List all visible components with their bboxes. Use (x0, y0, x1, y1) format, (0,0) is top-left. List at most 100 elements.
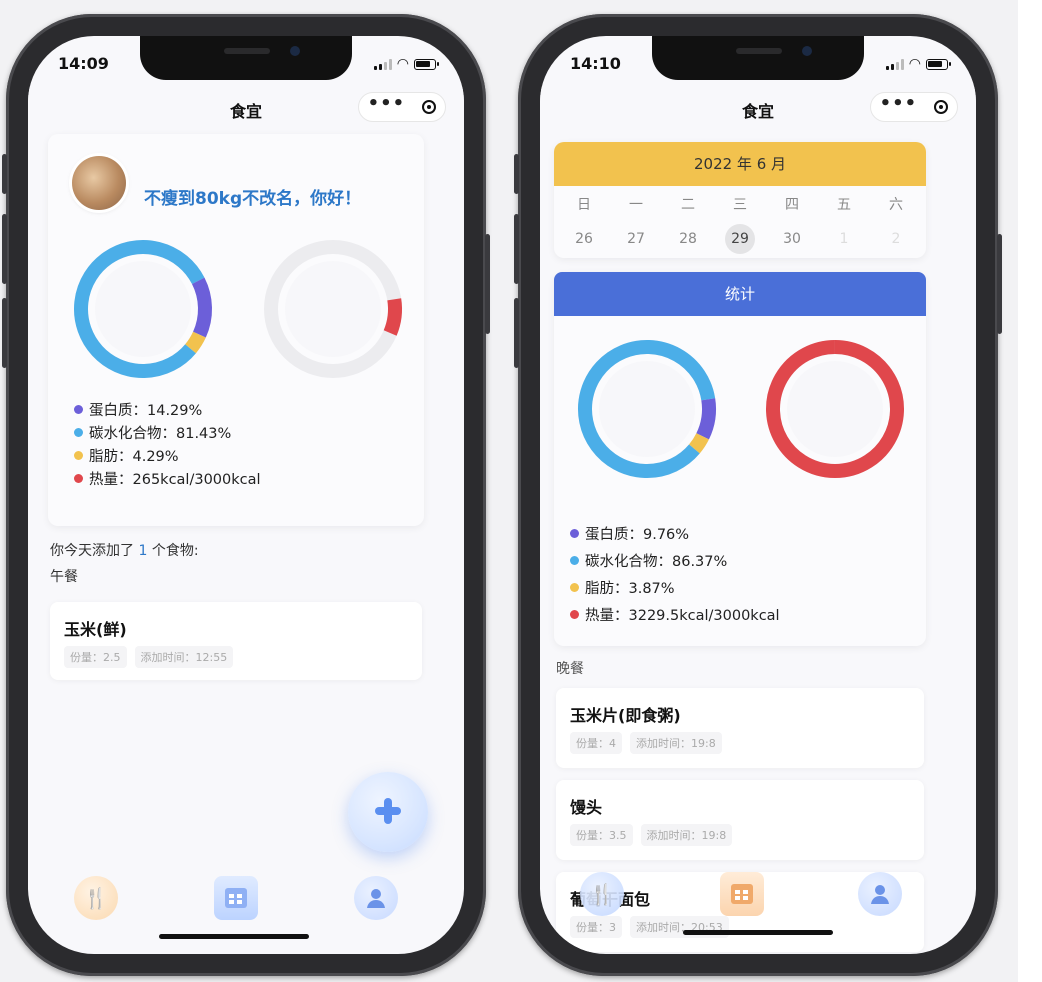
ring-segment-fat (688, 433, 709, 454)
calendar-day[interactable]: 27 (616, 224, 656, 254)
status-time: 14:09 (58, 54, 109, 73)
close-target-icon[interactable] (422, 100, 437, 114)
food-portion: 份量：3.5 (570, 824, 633, 846)
legend-protein: 蛋白质：9.76% (570, 520, 780, 547)
weekday-label: 二 (681, 197, 695, 213)
energy-ring-chart (264, 240, 402, 378)
home-indicator (683, 930, 833, 935)
more-icon[interactable]: ••• (368, 95, 406, 113)
legend-protein-label: 蛋白质：14.29% (89, 403, 203, 419)
weekday-label: 三 (733, 197, 747, 213)
calendar-day[interactable]: 30 (772, 224, 812, 254)
legend-fat-label: 脂肪：4.29% (89, 449, 179, 465)
food-portion: 份量：4 (570, 732, 622, 754)
tab-calendar[interactable] (214, 876, 258, 920)
calendar-grid-icon (225, 888, 247, 908)
tab-food[interactable]: 🍴 (580, 872, 624, 916)
tab-profile[interactable] (354, 876, 398, 920)
nutrition-legend: 蛋白质：14.29% 碳水化合物：81.43% 脂肪：4.29% 热量：265k… (74, 398, 261, 490)
signal-icon (885, 58, 904, 70)
weekday-label: 五 (837, 197, 851, 213)
calendar-day[interactable]: 26 (564, 224, 604, 254)
energy-ring-chart (765, 340, 904, 478)
legend-protein-label: 蛋白质：9.76% (585, 527, 690, 543)
tab-food[interactable]: 🍴 (74, 876, 118, 920)
tab-calendar[interactable] (720, 872, 764, 916)
weekday-row: 日一二三四五六 (564, 194, 916, 214)
day-row: 26 27 28 29 30 1 2 (564, 224, 916, 254)
left-phone: 14:09 ◠ 食宜 ••• 不瘦到80kg不改名，你好！ 蛋白质：14.29%… (2, 14, 490, 976)
meal-label: 晚餐 (556, 661, 584, 677)
stats-header: 统计 (554, 272, 926, 316)
calendar-day[interactable]: 1 (824, 224, 864, 254)
nav-bar: 食宜 ••• (28, 86, 464, 130)
legend-carbs: 碳水化合物：86.37% (570, 547, 780, 574)
notch (140, 36, 352, 80)
food-portion: 份量：2.5 (64, 646, 127, 668)
food-name: 玉米片(即食粥) (570, 706, 681, 725)
user-icon (367, 889, 385, 908)
calendar-day[interactable]: 2 (876, 224, 916, 254)
food-item[interactable]: 玉米片(即食粥) 份量：4 添加时间：19:8 (556, 688, 924, 768)
avatar[interactable] (72, 156, 126, 210)
close-target-icon[interactable] (934, 100, 949, 114)
left-screen: 14:09 ◠ 食宜 ••• 不瘦到80kg不改名，你好！ 蛋白质：14.29%… (28, 36, 464, 954)
calendar-day[interactable]: 28 (668, 224, 708, 254)
add-food-button[interactable] (348, 772, 428, 852)
food-portion: 份量：3 (570, 916, 622, 938)
fork-knife-icon: 🍴 (589, 882, 615, 906)
capsule-menu: ••• (358, 92, 446, 122)
weekday-label: 六 (889, 197, 903, 213)
weekday-label: 一 (629, 197, 643, 213)
calendar-card: 2022 年 6 月 日 一 二 三 四 五 六 26 27 28 29 30 1 2 (554, 142, 926, 258)
legend-energy: 热量：265kcal/3000kcal (74, 467, 261, 490)
food-time: 添加时间：19:8 (630, 732, 722, 754)
legend-carbs: 碳水化合物：81.43% (74, 421, 261, 444)
fork-knife-icon: 🍴 (83, 886, 109, 910)
legend-protein: 蛋白质：14.29% (74, 398, 261, 421)
added-count: 1 (138, 543, 148, 559)
tab-profile[interactable] (858, 872, 902, 916)
added-prefix: 你今天添加了 (50, 543, 134, 559)
ring-segment-protein (696, 398, 716, 440)
legend-carbs-label: 碳水化合物：86.37% (585, 554, 728, 570)
legend-energy-label: 热量：265kcal/3000kcal (89, 472, 261, 488)
legend-energy-label: 热量：3229.5kcal/3000kcal (585, 608, 780, 624)
legend-fat: 脂肪：4.29% (74, 444, 261, 467)
calendar-grid-icon (731, 884, 753, 904)
notch (652, 36, 864, 80)
ring-segment-energy (383, 298, 402, 336)
food-time: 添加时间：12:55 (134, 646, 234, 668)
user-icon (871, 885, 889, 904)
battery-icon (414, 58, 439, 70)
legend-fat: 脂肪：3.87% (570, 574, 780, 601)
summary-card: 不瘦到80kg不改名，你好！ 蛋白质：14.29% 碳水化合物：81.43% 脂… (48, 134, 424, 526)
calendar-month-title[interactable]: 2022 年 6 月 (554, 142, 926, 186)
plus-icon (375, 798, 401, 824)
food-item[interactable]: 馒头 份量：3.5 添加时间：19:8 (556, 780, 924, 860)
legend-carbs-label: 碳水化合物：81.43% (89, 426, 232, 442)
weekday-label: 四 (785, 197, 799, 213)
macro-ring-chart (74, 240, 212, 378)
more-icon[interactable]: ••• (880, 95, 918, 113)
added-count-text: 你今天添加了 1 个食物: (50, 540, 199, 560)
ring-segment-fat (185, 331, 206, 354)
calendar-day[interactable]: 29 (725, 224, 755, 254)
stats-card: 统计 蛋白质：9.76% 碳水化合物：86.37% 脂肪：3.87% 热量：32… (554, 272, 926, 646)
legend-energy: 热量：3229.5kcal/3000kcal (570, 601, 780, 628)
nav-bar: 食宜 ••• (540, 86, 976, 130)
food-name: 馒头 (570, 798, 603, 817)
right-phone: 14:10 ◠ 食宜 ••• 2022 年 6 月 日 一 二 三 四 五 六 26 27 28… (514, 14, 1002, 976)
battery-icon (926, 58, 951, 70)
capsule-menu: ••• (870, 92, 958, 122)
legend-fat-label: 脂肪：3.87% (585, 581, 675, 597)
wifi-icon: ◠ (908, 56, 921, 72)
status-time: 14:10 (570, 54, 621, 73)
added-suffix: 个食物: (151, 543, 199, 559)
ring-segment-protein (191, 277, 212, 338)
nutrition-legend: 蛋白质：9.76% 碳水化合物：86.37% 脂肪：3.87% 热量：3229.… (570, 520, 780, 628)
home-indicator (159, 934, 309, 939)
food-item[interactable]: 玉米(鲜) 份量：2.5 添加时间：12:55 (50, 602, 422, 680)
right-screen: 14:10 ◠ 食宜 ••• 2022 年 6 月 日 一 二 三 四 五 六 26 27 28… (540, 36, 976, 954)
food-name: 玉米(鲜) (64, 620, 127, 639)
